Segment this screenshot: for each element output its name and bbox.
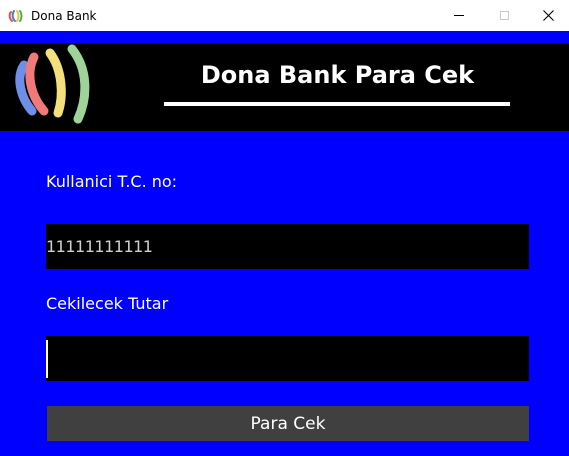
dona-bank-logo-icon <box>8 10 23 22</box>
minimize-icon <box>454 15 464 16</box>
amount-label: Cekilecek Tutar <box>46 294 169 313</box>
text-caret <box>46 340 48 378</box>
dona-bank-logo-icon <box>15 44 90 124</box>
tc-label: Kullanici T.C. no: <box>46 172 178 191</box>
withdraw-button[interactable]: Para Cek <box>47 406 529 441</box>
close-icon <box>542 10 554 21</box>
close-button[interactable] <box>525 0 569 31</box>
header-title: Dona Bank Para Cek <box>200 61 475 89</box>
title-bar[interactable]: Dona Bank <box>0 0 569 31</box>
window-title: Dona Bank <box>31 9 97 23</box>
header-divider <box>164 102 510 106</box>
tc-input[interactable] <box>46 224 529 269</box>
maximize-button[interactable] <box>481 0 527 31</box>
header-banner: Dona Bank Para Cek <box>0 43 569 131</box>
maximize-icon <box>499 11 509 20</box>
minimize-button[interactable] <box>436 0 482 31</box>
amount-input[interactable] <box>46 336 529 381</box>
app-window: Dona Bank Dona Bank Para Cek Kullanici T… <box>0 0 569 456</box>
